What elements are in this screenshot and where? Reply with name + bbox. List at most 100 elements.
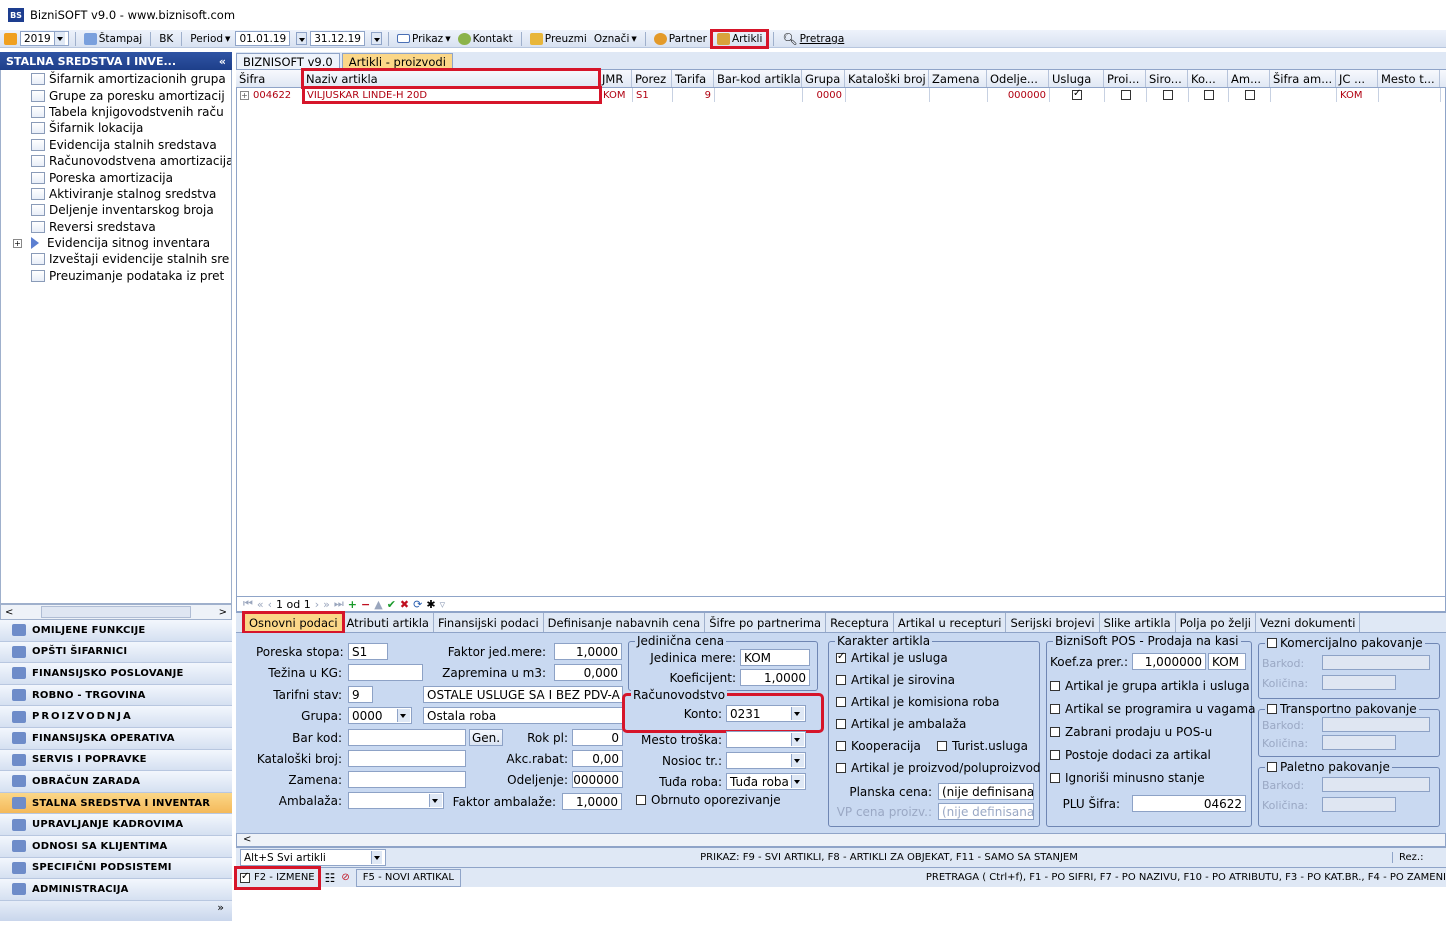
- poreska-stopa-input[interactable]: S1: [348, 643, 388, 660]
- next-icon[interactable]: ›: [315, 598, 319, 611]
- module-item[interactable]: ROBNO - TRGOVINA: [0, 684, 232, 707]
- remove-icon[interactable]: −: [361, 598, 370, 611]
- checkbox[interactable]: [836, 741, 846, 751]
- checkbox[interactable]: [836, 763, 846, 773]
- print-button[interactable]: Štampaj: [82, 31, 144, 47]
- nosioc-select[interactable]: [726, 752, 806, 769]
- col-tarifa[interactable]: Tarifa: [672, 70, 714, 87]
- filter-select[interactable]: Alt+S Svi artikli: [240, 849, 386, 866]
- faktor-jm-input[interactable]: 1,0000: [554, 643, 622, 660]
- scroll-thumb[interactable]: [41, 606, 191, 618]
- grupa-artikla-checkbox[interactable]: Artikal je grupa artikla i usluga: [1050, 679, 1250, 693]
- mesto-troska-select[interactable]: [726, 731, 806, 748]
- tab-serijski[interactable]: Serijski brojevi: [1006, 613, 1100, 632]
- period-from-input[interactable]: 01.01.19: [235, 31, 291, 46]
- calendar-dropdown-icon[interactable]: [370, 32, 382, 45]
- usluga-checkbox[interactable]: Artikal je usluga: [836, 651, 948, 665]
- checkbox[interactable]: [1072, 88, 1082, 100]
- module-item[interactable]: OMILJENE FUNKCIJE: [0, 620, 232, 642]
- col-naziv[interactable]: Naziv artikla: [301, 68, 601, 89]
- checkbox[interactable]: [1120, 90, 1131, 100]
- group-title[interactable]: Paletno pakovanje: [1265, 760, 1392, 774]
- clear-filter-icon[interactable]: ⊘: [341, 872, 349, 883]
- expand-modules-button[interactable]: »: [0, 900, 232, 921]
- module-item[interactable]: SPECIFIČNI PODSISTEMI: [0, 857, 232, 880]
- tree-item[interactable]: Grupe za poresku amortizacij: [1, 87, 231, 103]
- izmene-toggle[interactable]: F2 - IZMENE: [234, 865, 321, 890]
- artikli-button[interactable]: Artikli: [709, 28, 770, 49]
- checkbox[interactable]: [1162, 90, 1173, 100]
- cancel-icon[interactable]: ✖: [400, 598, 409, 611]
- checkbox[interactable]: [836, 675, 846, 685]
- expand-icon[interactable]: +: [13, 238, 22, 248]
- tree-item[interactable]: Tabela knjigovodstvenih raču: [1, 104, 231, 120]
- komisiona-checkbox[interactable]: Artikal je komisiona roba: [836, 695, 1000, 709]
- tab-sifre-partneri[interactable]: Šifre po partnerima: [705, 613, 827, 632]
- dodaci-checkbox[interactable]: Postoje dodaci za artikal: [1050, 748, 1211, 762]
- tree-item[interactable]: Računovodstvena amortizacija: [1, 153, 231, 169]
- group-title[interactable]: Komercijalno pakovanje: [1265, 636, 1425, 650]
- checkbox[interactable]: [937, 741, 947, 751]
- add-icon[interactable]: +: [348, 598, 357, 611]
- partner-button[interactable]: Partner: [652, 31, 709, 47]
- refresh-icon[interactable]: ⟳: [413, 598, 422, 611]
- calendar-dropdown-icon[interactable]: [296, 32, 308, 45]
- col-grupa[interactable]: Grupa: [802, 70, 845, 87]
- checkbox[interactable]: [636, 795, 646, 805]
- tree-item[interactable]: Šifarnik amortizacionih grupa: [1, 71, 231, 87]
- year-select[interactable]: 2019: [20, 31, 69, 46]
- ambalaza-checkbox[interactable]: Artikal je ambalaža: [836, 717, 966, 731]
- tree-item[interactable]: Izveštaji evidencije stalnih sre: [1, 251, 231, 267]
- next-page-icon[interactable]: »: [323, 598, 330, 611]
- oznaci-button[interactable]: Označi ▼: [592, 31, 639, 47]
- tab-osnovni-podaci[interactable]: Osnovni podaci: [242, 611, 345, 634]
- col-ambalaza[interactable]: Am...: [1228, 70, 1270, 87]
- module-item[interactable]: OBRAČUN ZARADA: [0, 771, 232, 793]
- sirovina-checkbox[interactable]: Artikal je sirovina: [836, 673, 955, 687]
- col-sirovina[interactable]: Siro...: [1146, 70, 1188, 87]
- faktor-ambalaze-input[interactable]: 1,0000: [562, 793, 622, 810]
- tree-item[interactable]: Deljenje inventarskog broja: [1, 202, 231, 218]
- col-zamena[interactable]: Zamena: [929, 70, 987, 87]
- tab-receptura[interactable]: Receptura: [826, 613, 894, 632]
- tezina-input[interactable]: [348, 664, 423, 681]
- kooperacija-checkbox[interactable]: Kooperacija: [836, 739, 921, 753]
- rok-placanja-input[interactable]: 0: [572, 729, 623, 746]
- collapse-icon[interactable]: «: [219, 55, 226, 68]
- module-item[interactable]: PROIZVODNJA: [0, 706, 232, 728]
- zabrani-pos-checkbox[interactable]: Zabrani prodaju u POS-u: [1050, 725, 1212, 739]
- col-sifra-am[interactable]: Šifra am...: [1270, 70, 1336, 87]
- expand-icon[interactable]: +: [240, 90, 249, 100]
- tree-item[interactable]: Preuzimanje podataka iz pret: [1, 268, 231, 284]
- tab-biznisoft[interactable]: BIZNISOFT v9.0: [236, 53, 340, 69]
- koef-prer-input[interactable]: 1,000000: [1132, 653, 1206, 670]
- module-item[interactable]: OPŠTI ŠIFARNICI: [0, 641, 232, 664]
- columns-icon[interactable]: ☷: [325, 871, 336, 885]
- tudja-roba-select[interactable]: Tuđa roba: [726, 773, 806, 790]
- tab-slike[interactable]: Slike artikla: [1100, 613, 1176, 632]
- checkbox[interactable]: [836, 719, 846, 729]
- koeficijent-input[interactable]: 1,0000: [740, 669, 810, 686]
- module-item[interactable]: UPRAVLJANJE KADROVIMA: [0, 814, 232, 836]
- kontakt-button[interactable]: Kontakt: [456, 31, 515, 47]
- prev-icon[interactable]: ‹: [268, 598, 272, 611]
- period-button[interactable]: Period ▼: [188, 31, 232, 47]
- turist-usluga-checkbox[interactable]: Turist.usluga: [937, 739, 1028, 753]
- vage-checkbox[interactable]: Artikal se programira u vagama: [1050, 702, 1255, 716]
- col-komision[interactable]: Ko...: [1188, 70, 1228, 87]
- col-proizvod[interactable]: Proi...: [1104, 70, 1146, 87]
- generate-barcode-button[interactable]: Gen.: [469, 729, 503, 746]
- confirm-icon[interactable]: ✔: [387, 598, 396, 611]
- tree-item[interactable]: Reversi sredstava: [1, 219, 231, 235]
- col-porez[interactable]: Porez: [632, 70, 672, 87]
- bk-button[interactable]: BK: [157, 31, 175, 47]
- minusno-stanje-checkbox[interactable]: Ignoriši minusno stanje: [1050, 771, 1205, 785]
- obrnuto-checkbox[interactable]: Obrnuto oporezivanje: [636, 793, 781, 807]
- tree-folder[interactable]: + Evidencija sitnog inventara: [1, 235, 231, 251]
- module-item[interactable]: ODNOSI SA KLIJENTIMA: [0, 835, 232, 858]
- tab-artikli[interactable]: Artikli - proizvodi: [341, 53, 453, 69]
- table-row[interactable]: +004622 VILJUSKAR LINDE-H 20D KOM S1 9 0…: [237, 86, 1445, 104]
- form-scrollbar[interactable]: <: [236, 833, 1446, 847]
- col-sifra[interactable]: Šifra: [236, 70, 303, 87]
- checkbox[interactable]: [1050, 704, 1060, 714]
